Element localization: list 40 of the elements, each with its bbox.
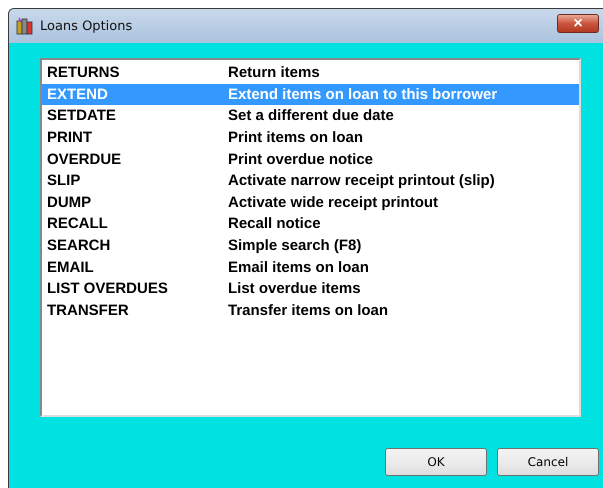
command-label: DUMP bbox=[47, 194, 92, 211]
command-description: Return items bbox=[228, 64, 320, 82]
command-description: Print items on loan bbox=[228, 129, 364, 146]
command-description: Print overdue notice bbox=[228, 150, 374, 168]
command-label: RECALL bbox=[47, 215, 109, 232]
list-item[interactable]: DUMP Activate wide receipt printout bbox=[42, 192, 579, 214]
command-label: SEARCH bbox=[47, 237, 112, 254]
list-item[interactable]: RETURNS Return items bbox=[42, 62, 579, 84]
list-item[interactable]: SLIP Activate narrow receipt printout (slip) bbox=[42, 170, 579, 192]
command-label: EMAIL bbox=[47, 258, 95, 276]
command-description: Activate wide receipt printout bbox=[228, 194, 438, 211]
command-description: Email items on loan bbox=[228, 258, 369, 276]
command-label: SLIP bbox=[47, 172, 82, 190]
list-item[interactable]: SETDATE Set a different due date bbox=[42, 105, 579, 127]
command-description: Recall notice bbox=[228, 215, 321, 232]
command-description: Extend items on loan to this borrower bbox=[228, 86, 498, 103]
list-item[interactable]: OVERDUE Print overdue notice bbox=[42, 148, 579, 170]
list-item[interactable]: EMAIL Email items on loan bbox=[42, 256, 579, 278]
ok-button[interactable]: OK bbox=[385, 448, 487, 476]
command-description: List overdue items bbox=[228, 280, 361, 298]
list-item[interactable]: TRANSFER Transfer items on loan bbox=[42, 300, 579, 322]
list-item[interactable]: LIST OVERDUES List overdue items bbox=[42, 278, 579, 300]
cancel-button[interactable]: Cancel bbox=[497, 448, 599, 476]
command-label: RETURNS bbox=[47, 64, 121, 82]
command-description: Activate narrow receipt printout (slip) bbox=[228, 172, 495, 190]
list-item[interactable]: PRINT Print items on loan bbox=[42, 126, 579, 148]
close-button[interactable]: × bbox=[557, 14, 599, 32]
command-label: OVERDUE bbox=[47, 150, 122, 168]
command-label: LIST OVERDUES bbox=[47, 280, 169, 298]
books-icon bbox=[15, 16, 35, 36]
command-description: Transfer items on loan bbox=[228, 302, 388, 319]
command-description: Set a different due date bbox=[228, 107, 394, 124]
list-item[interactable]: RECALL Recall notice bbox=[42, 213, 579, 235]
command-description: Simple search (F8) bbox=[228, 237, 362, 254]
command-label: TRANSFER bbox=[47, 302, 130, 319]
list-item[interactable]: SEARCH Simple search (F8) bbox=[42, 234, 579, 256]
command-label: SETDATE bbox=[47, 107, 117, 124]
command-label: PRINT bbox=[47, 129, 93, 146]
window-title: Loans Options bbox=[40, 18, 134, 34]
command-label: EXTEND bbox=[47, 86, 109, 103]
